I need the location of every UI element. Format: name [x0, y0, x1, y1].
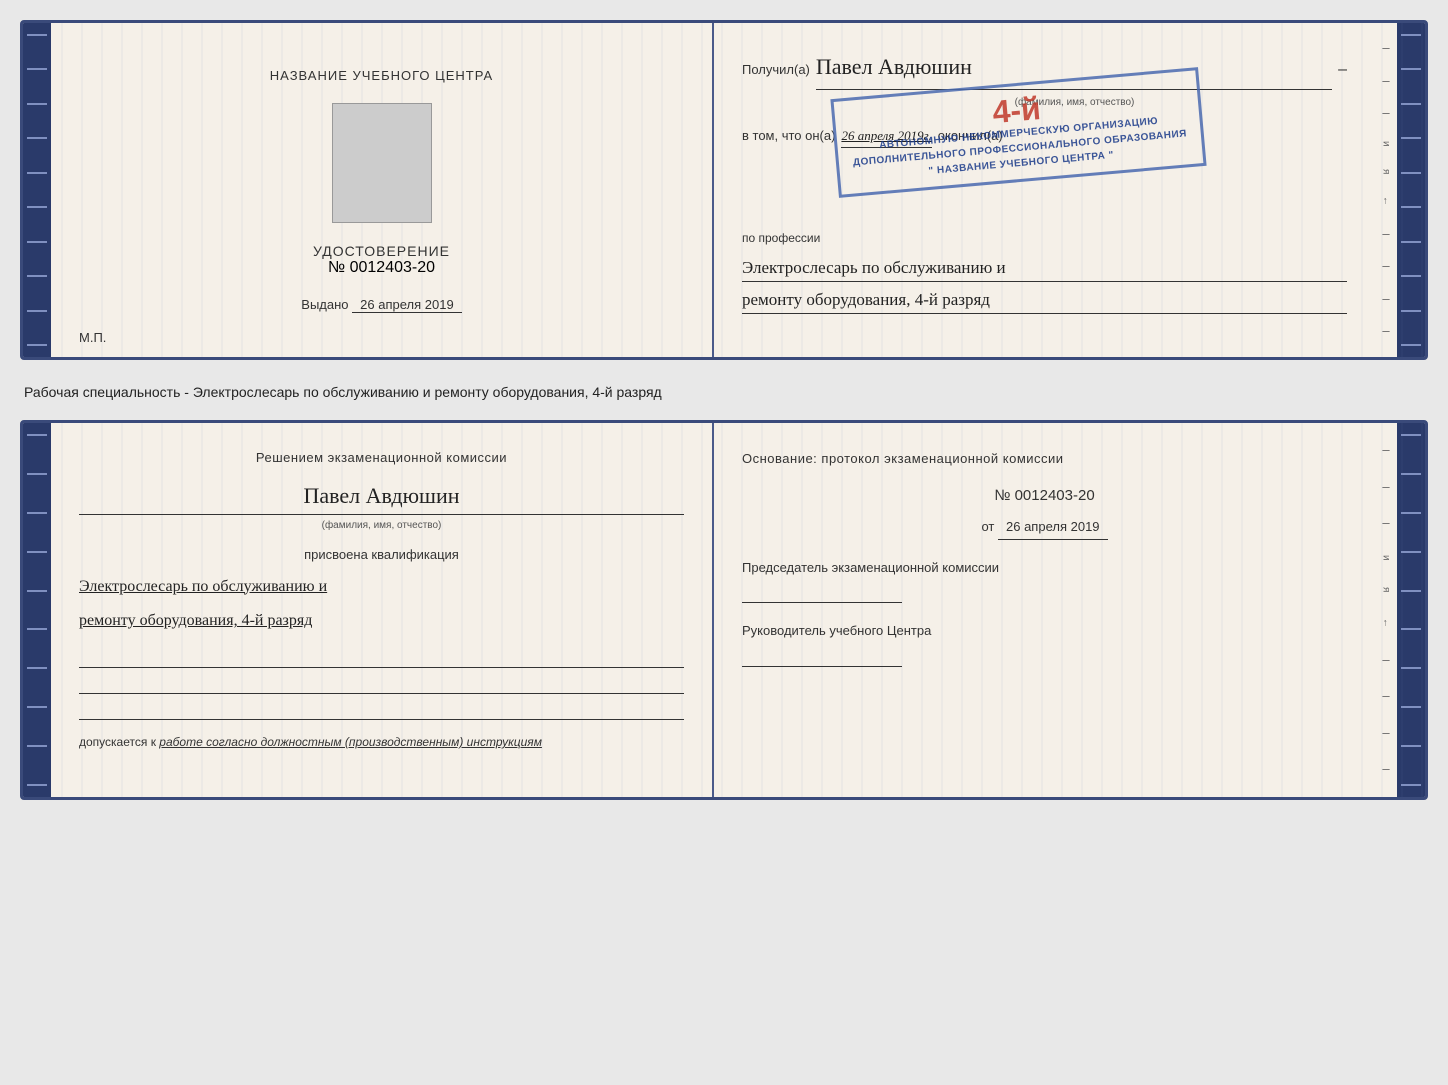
dopuskaetsya-label: допускается к	[79, 735, 156, 749]
ot-date: от 26 апреля 2019	[742, 515, 1347, 539]
vidan-block: Выдано 26 апреля 2019	[301, 297, 461, 313]
bottom-name: Павел Авдюшин	[79, 477, 684, 515]
edge-arrow: ←	[1381, 196, 1392, 206]
edge-and: и	[1381, 141, 1392, 147]
vtom-label: в том, что он(а)	[742, 124, 835, 147]
poluchil-label: Получил(a)	[742, 58, 810, 81]
sig-line-3	[79, 698, 684, 720]
top-doc-left: НАЗВАНИЕ УЧЕБНОГО ЦЕНТРА УДОСТОВЕРЕНИЕ №…	[51, 23, 714, 357]
dopuskaetsya-value: работе согласно должностным (производств…	[159, 735, 542, 749]
edge-ya: я	[1381, 169, 1392, 174]
vidan-date: 26 апреля 2019	[352, 297, 462, 313]
ot-date-value: 26 апреля 2019	[998, 515, 1108, 539]
photo-placeholder	[332, 103, 432, 223]
bottom-document: Решением экзаменационной комиссии Павел …	[20, 420, 1428, 800]
right-edge-top: – – – и я ← – – – –	[1375, 23, 1397, 357]
sig-line-1	[79, 646, 684, 668]
rukovoditel-sig-line	[742, 647, 902, 667]
separator-text: Рабочая специальность - Электрослесарь п…	[20, 376, 1428, 404]
ot-label: от	[981, 519, 994, 534]
udostoverenie-block: УДОСТОВЕРЕНИЕ № 0012403-20	[313, 243, 450, 277]
edge-ya-bottom: я	[1381, 587, 1392, 592]
qual-line2: ремонту оборудования, 4-й разряд	[79, 607, 684, 636]
dopuskaetsya-block: допускается к работе согласно должностны…	[79, 732, 684, 752]
bottom-doc-right: Основание: протокол экзаменационной коми…	[714, 423, 1375, 797]
prisvoena-label: присвоена квалификация	[79, 544, 684, 566]
rukovoditel-block: Руководитель учебного Центра	[742, 619, 1347, 666]
resheniyem-label: Решением экзаменационной комиссии	[79, 447, 684, 469]
profession-line1: Электрослесарь по обслуживанию и	[742, 254, 1347, 282]
po-professii-label: по профессии	[742, 228, 1347, 250]
top-doc-right: Получил(a) Павел Авдюшин – (фамилия, имя…	[714, 23, 1375, 357]
rukovoditel-label: Руководитель учебного Центра	[742, 619, 1347, 642]
top-document: НАЗВАНИЕ УЧЕБНОГО ЦЕНТРА УДОСТОВЕРЕНИЕ №…	[20, 20, 1428, 360]
bottom-doc-left: Решением экзаменационной комиссии Павел …	[51, 423, 714, 797]
edge-and-bottom: и	[1381, 555, 1392, 561]
signature-lines	[79, 646, 684, 720]
edge-arrow-bottom: ←	[1381, 618, 1392, 628]
mp-label: М.П.	[79, 330, 106, 345]
predsedatel-sig-line	[742, 583, 902, 603]
left-spine	[23, 23, 51, 357]
qual-line1: Электрослесарь по обслуживанию и	[79, 573, 684, 602]
right-edge-bottom: – – – и я ← – – – –	[1375, 423, 1397, 797]
udostoverenie-number: № 0012403-20	[313, 259, 450, 277]
bottom-fio-hint: (фамилия, имя, отчество)	[79, 517, 684, 534]
dash: –	[1338, 56, 1347, 85]
center-title: НАЗВАНИЕ УЧЕБНОГО ЦЕНТРА	[270, 68, 493, 83]
sig-line-2	[79, 672, 684, 694]
profession-line2: ремонту оборудования, 4-й разряд	[742, 286, 1347, 314]
udostoverenie-title: УДОСТОВЕРЕНИЕ	[313, 243, 450, 259]
left-spine-bottom	[23, 423, 51, 797]
osnovanie-label: Основание: протокол экзаменационной коми…	[742, 447, 1347, 470]
right-spine-bottom	[1397, 423, 1425, 797]
predsedatel-label: Председатель экзаменационной комиссии	[742, 556, 1347, 579]
protocol-number: № 0012403-20	[742, 482, 1347, 509]
page-wrapper: НАЗВАНИЕ УЧЕБНОГО ЦЕНТРА УДОСТОВЕРЕНИЕ №…	[20, 20, 1428, 800]
predsedatel-block: Председатель экзаменационной комиссии	[742, 556, 1347, 603]
vidan-label: Выдано	[301, 297, 348, 312]
right-spine	[1397, 23, 1425, 357]
